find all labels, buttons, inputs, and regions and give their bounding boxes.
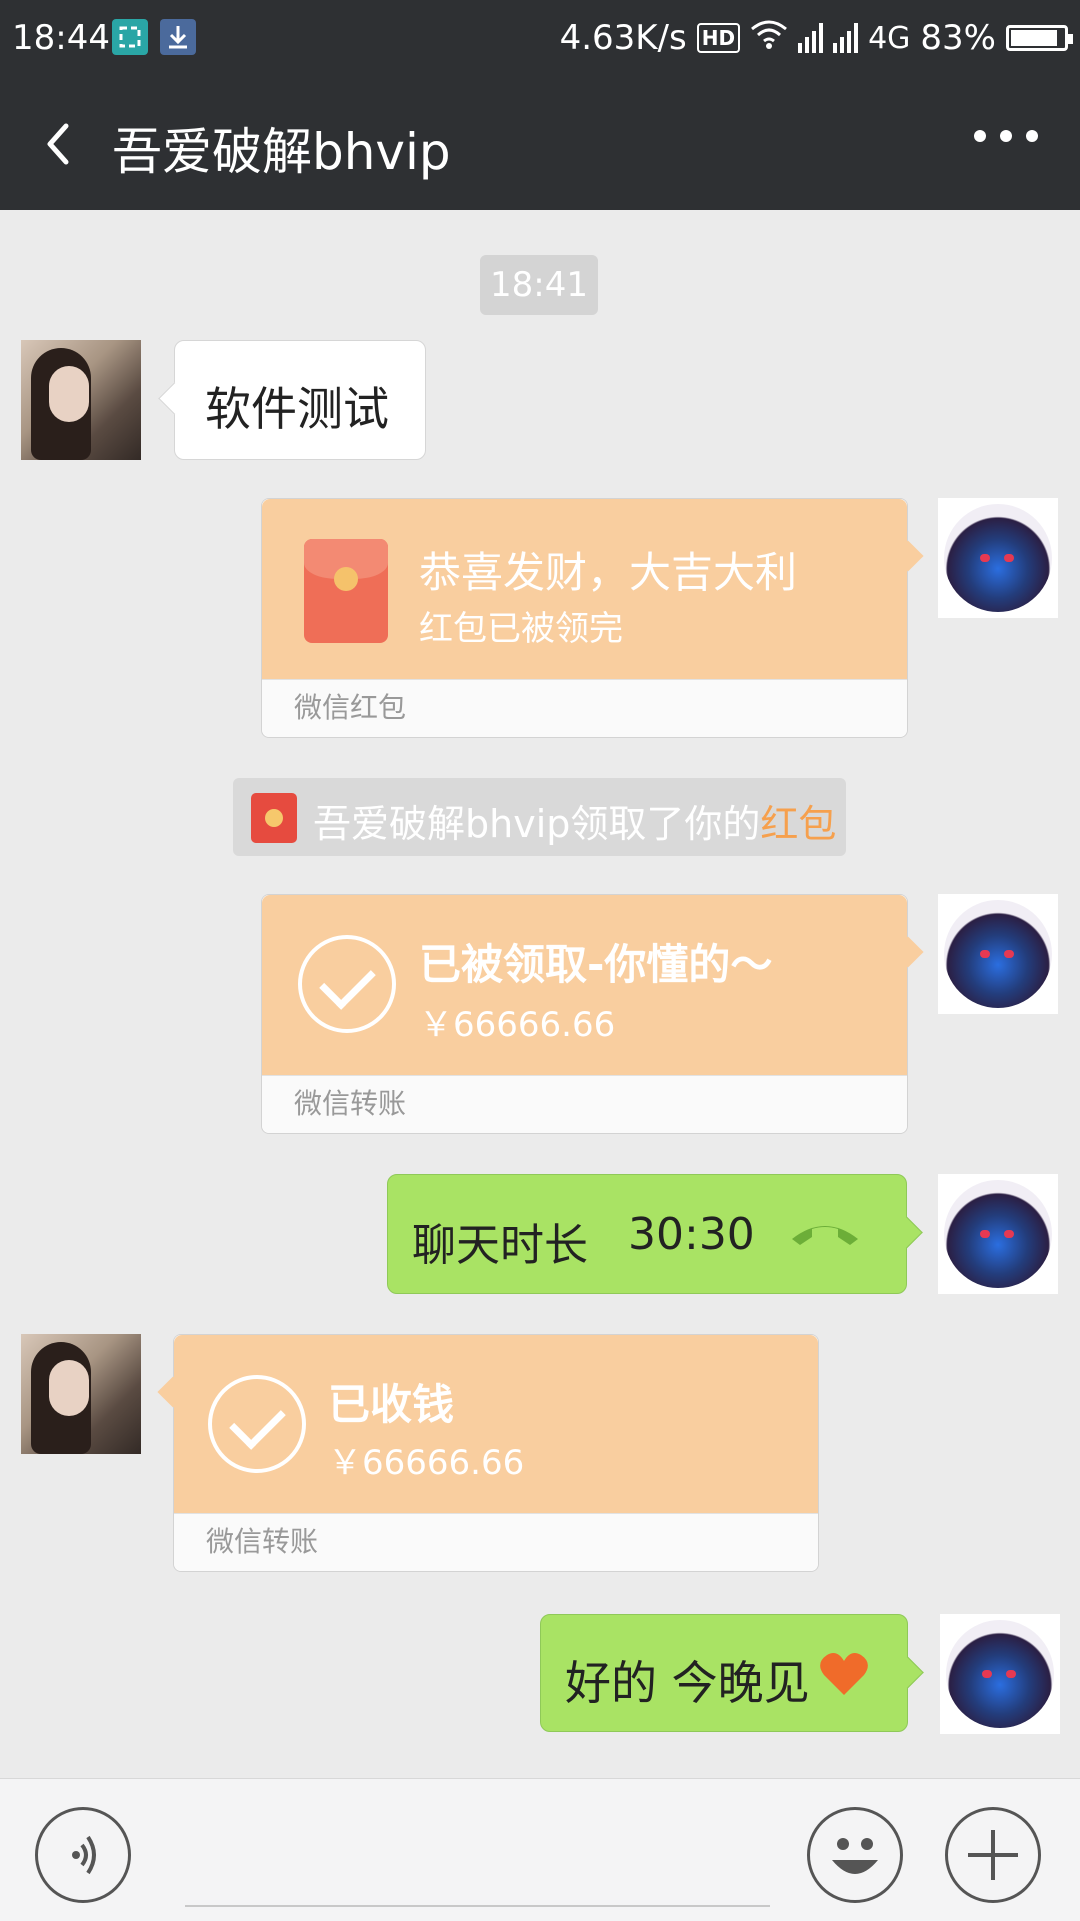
transfer-amount: ￥66666.66 [419,1005,616,1045]
phone-icon [788,1219,862,1253]
chat-header: 吾爱破解bhvip [0,78,1080,210]
more-icon[interactable] [974,130,1038,142]
hd-badge: HD [696,23,741,53]
avatar-self[interactable] [940,1614,1060,1734]
emoji-icon[interactable] [807,1807,903,1903]
network-speed: 4.63K/s [559,18,687,58]
call-duration: 30:30 [628,1209,755,1260]
transfer-title: 已被领取-你懂的～ [419,940,773,989]
wifi-icon [750,18,788,58]
signal-icon [798,23,824,53]
transfer-received-amount: ￥66666.66 [328,1443,525,1483]
status-time: 18:44 [12,18,110,58]
back-icon[interactable] [34,116,90,172]
transfer-received-title: 已收钱 [328,1380,455,1429]
system-message-text: 吾爱破解bhvip领取了你的 [313,802,761,846]
red-packet-icon [304,539,388,643]
red-packet-link[interactable]: 红包 [760,802,836,846]
status-bar: 18:44 4.63K/s HD 4G 83% [0,0,1080,78]
avatar-self[interactable] [938,498,1058,618]
avatar-contact[interactable] [21,340,141,460]
message-text: 好的 今晚见 [565,1656,810,1710]
avatar-self[interactable] [938,1174,1058,1294]
heart-icon [819,1651,869,1701]
message-bubble[interactable]: 软件测试 [174,340,426,460]
red-packet-footer: 微信红包 [262,679,907,737]
check-circle-icon [298,935,396,1033]
timestamp: 18:41 [480,255,598,315]
download-icon [160,19,196,55]
message-bubble-self[interactable]: 好的 今晚见 [540,1614,908,1732]
transfer-received-footer: 微信转账 [174,1513,818,1571]
red-packet-icon-small [251,793,297,843]
battery-icon [1006,25,1073,51]
avatar-self[interactable] [938,894,1058,1014]
network-type: 4G [868,20,911,56]
chat-title: 吾爱破解bhvip [112,123,451,181]
message-input[interactable] [185,1905,770,1907]
signal-icon-2 [833,23,859,53]
plus-icon[interactable] [945,1807,1041,1903]
red-packet-status: 红包已被领完 [419,609,623,649]
avatar-contact[interactable] [21,1334,141,1454]
transfer-card[interactable]: 已被领取-你懂的～ ￥66666.66 微信转账 [261,894,908,1134]
screenshot-icon [112,19,148,55]
transfer-footer: 微信转账 [262,1075,907,1133]
message-text: 软件测试 [205,382,389,436]
red-packet-card[interactable]: 恭喜发财，大吉大利 红包已被领完 微信红包 [261,498,908,738]
call-label: 聊天时长 [412,1220,588,1271]
transfer-received-card[interactable]: 已收钱 ￥66666.66 微信转账 [173,1334,819,1572]
voice-icon[interactable] [35,1807,131,1903]
battery-percent: 83% [920,18,996,58]
system-message: 吾爱破解bhvip领取了你的红包 [233,778,846,856]
check-circle-icon [208,1375,306,1473]
red-packet-title: 恭喜发财，大吉大利 [419,548,798,597]
input-bar [0,1778,1080,1921]
call-record-bubble[interactable]: 聊天时长 30:30 [387,1174,907,1294]
